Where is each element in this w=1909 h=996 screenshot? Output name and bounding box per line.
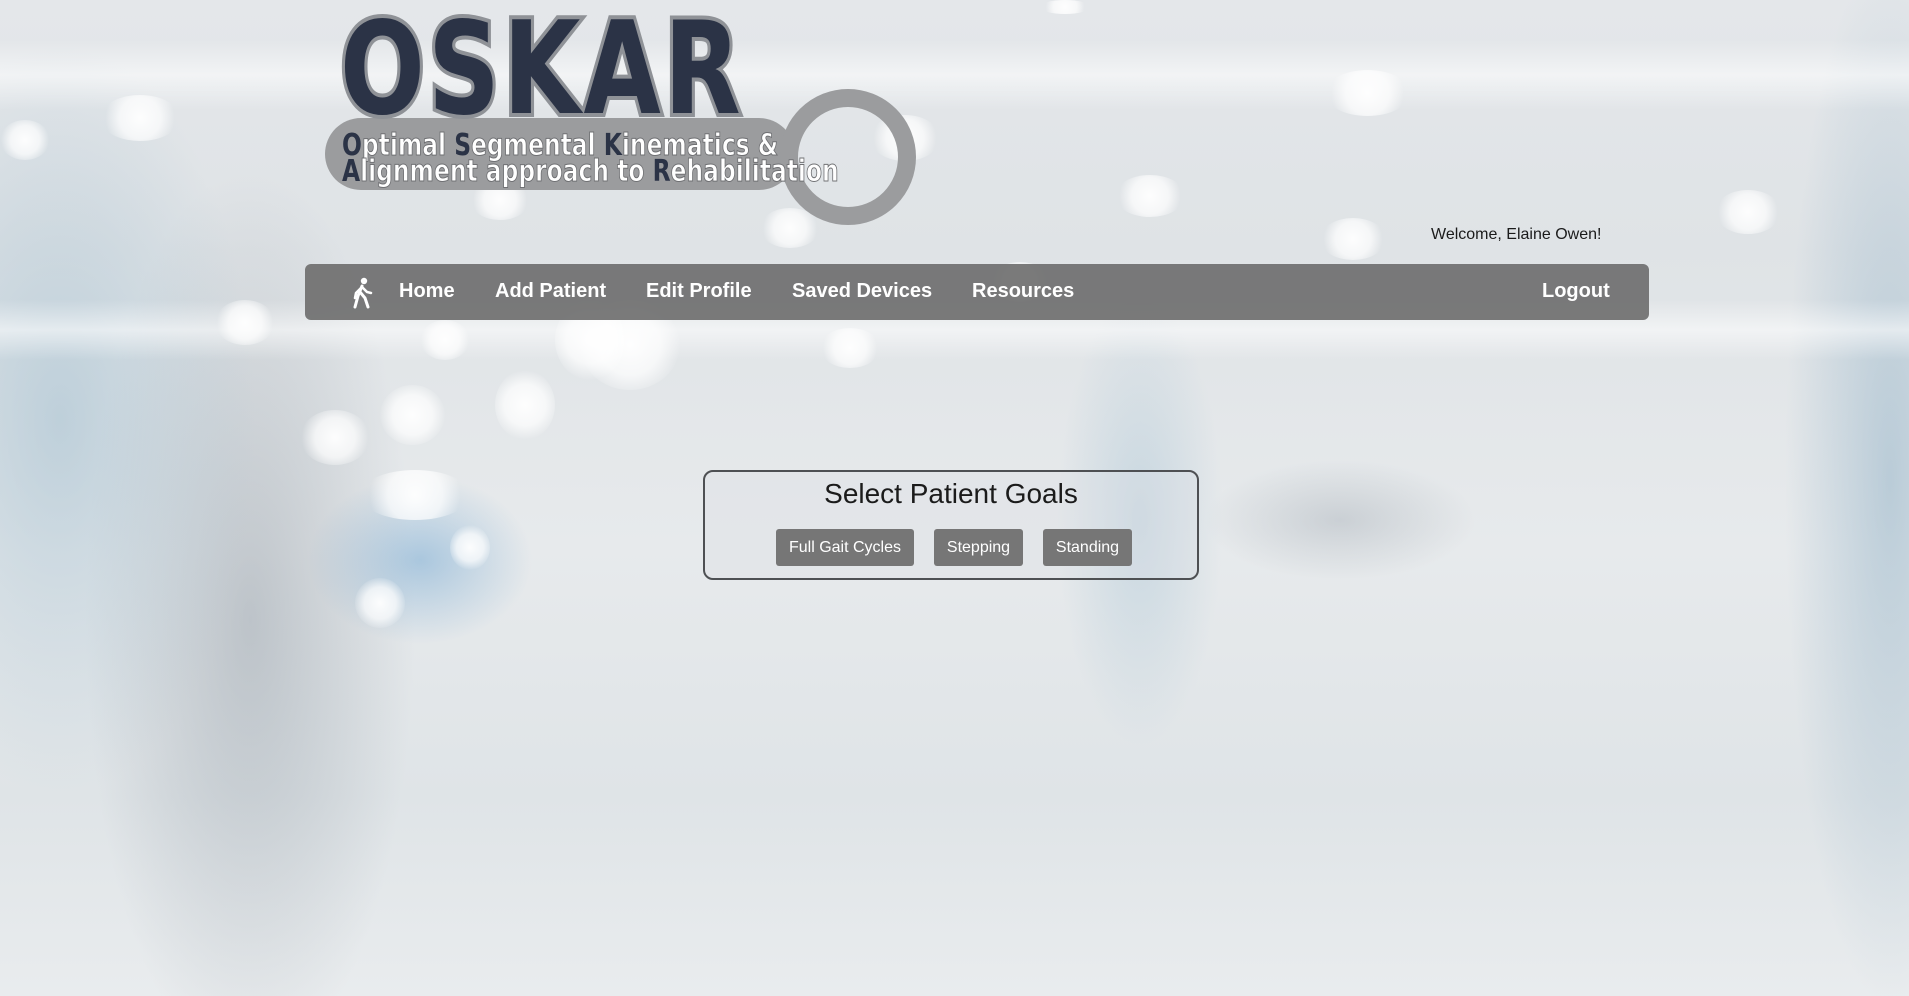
nav-saved-devices[interactable]: Saved Devices (792, 280, 932, 303)
logout-button[interactable]: Logout (1542, 280, 1610, 303)
ceiling-light (420, 320, 470, 360)
main-navbar: Home Add Patient Edit Profile Saved Devi… (305, 264, 1649, 320)
ceiling-light (1115, 175, 1185, 217)
ceiling-light (100, 95, 180, 141)
ceiling-light (300, 410, 370, 465)
welcome-message: Welcome, Elaine Owen! (1431, 226, 1602, 243)
stepping-button[interactable]: Stepping (934, 529, 1023, 566)
ceiling-light-band (0, 40, 1909, 110)
ceiling-light (380, 385, 445, 445)
logo-subtitle-line-2: Alignment approach to Rehabilitation (342, 154, 839, 189)
full-gait-cycles-button[interactable]: Full Gait Cycles (776, 529, 914, 566)
logo-initial: R (652, 154, 671, 189)
ceiling-light (215, 300, 275, 345)
logo-word-part: ehabilitation (670, 154, 839, 189)
ceiling-light (0, 120, 50, 160)
logo-word-part: lignment approach to (360, 154, 653, 189)
ceiling-light (495, 370, 555, 440)
patient-goals-card: Select Patient Goals Full Gait Cycles St… (703, 470, 1199, 580)
oskar-logo: OSKAR Optimal Segmental Kinematics & Ali… (320, 2, 916, 225)
nav-edit-profile[interactable]: Edit Profile (646, 280, 752, 303)
goals-title: Select Patient Goals (824, 478, 1078, 509)
ceiling-light (1040, 0, 1090, 14)
ceiling-light (450, 525, 490, 570)
ceiling-light (360, 470, 470, 520)
logo-initial: A (342, 154, 361, 189)
nav-add-patient[interactable]: Add Patient (495, 280, 606, 303)
ceiling-light (355, 578, 405, 628)
walking-person-icon[interactable] (347, 277, 377, 309)
nav-home[interactable]: Home (399, 280, 455, 303)
ceiling-light (1715, 190, 1781, 234)
ceiling-light (1320, 218, 1386, 260)
logo-title: OSKAR (337, 0, 744, 144)
nav-resources[interactable]: Resources (972, 280, 1074, 303)
ceiling-light (820, 328, 880, 368)
standing-button[interactable]: Standing (1043, 529, 1132, 566)
ceiling-light (1325, 70, 1410, 116)
